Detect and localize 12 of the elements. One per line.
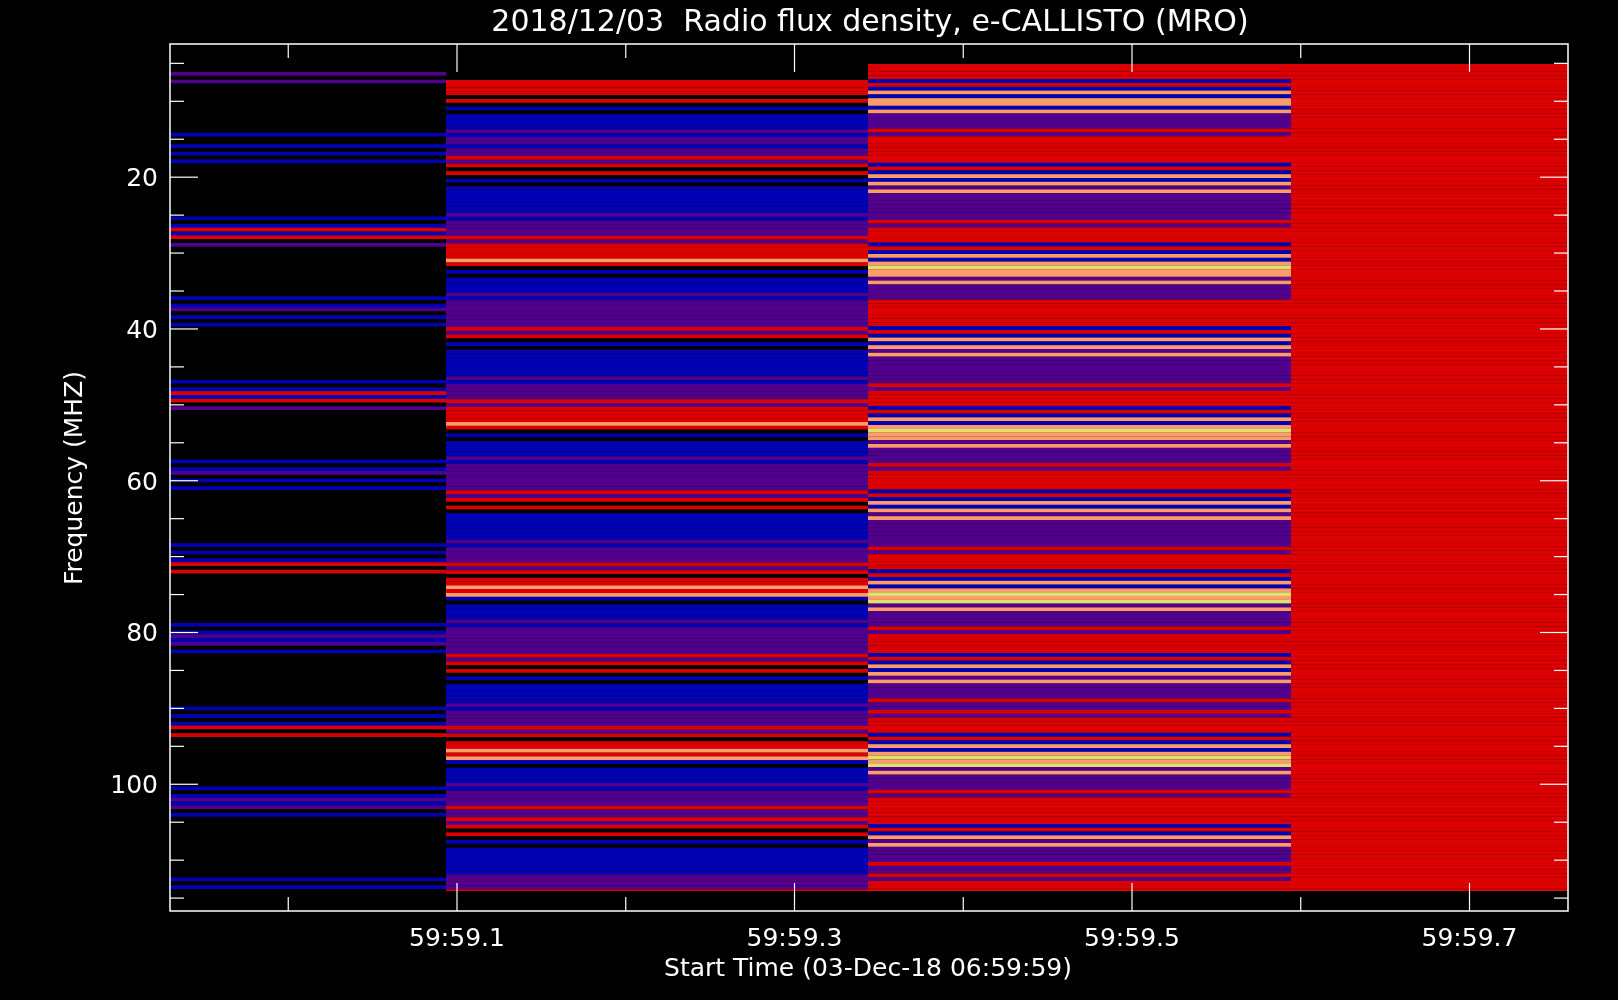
x-axis-label: Start Time (03-Dec-18 06:59:59) xyxy=(664,953,1072,982)
y-tick-label: 40 xyxy=(126,314,158,344)
y-tick-label: 100 xyxy=(110,770,158,800)
y-tick-label: 80 xyxy=(126,618,158,648)
y-axis-label: Frequency (MHZ) xyxy=(59,370,88,586)
x-tick-label: 59:59.5 xyxy=(1084,923,1180,952)
x-tick-label: 59:59.3 xyxy=(746,923,843,952)
y-tick-label: 20 xyxy=(126,163,158,193)
y-tick-label: 60 xyxy=(126,466,158,496)
x-tick-label: 59:59.1 xyxy=(409,923,505,952)
plot-title: 2018/12/03 Radio flux density, e-CALLISTO (MRO) xyxy=(491,3,1249,38)
x-tick-label: 59:59.7 xyxy=(1421,923,1518,952)
